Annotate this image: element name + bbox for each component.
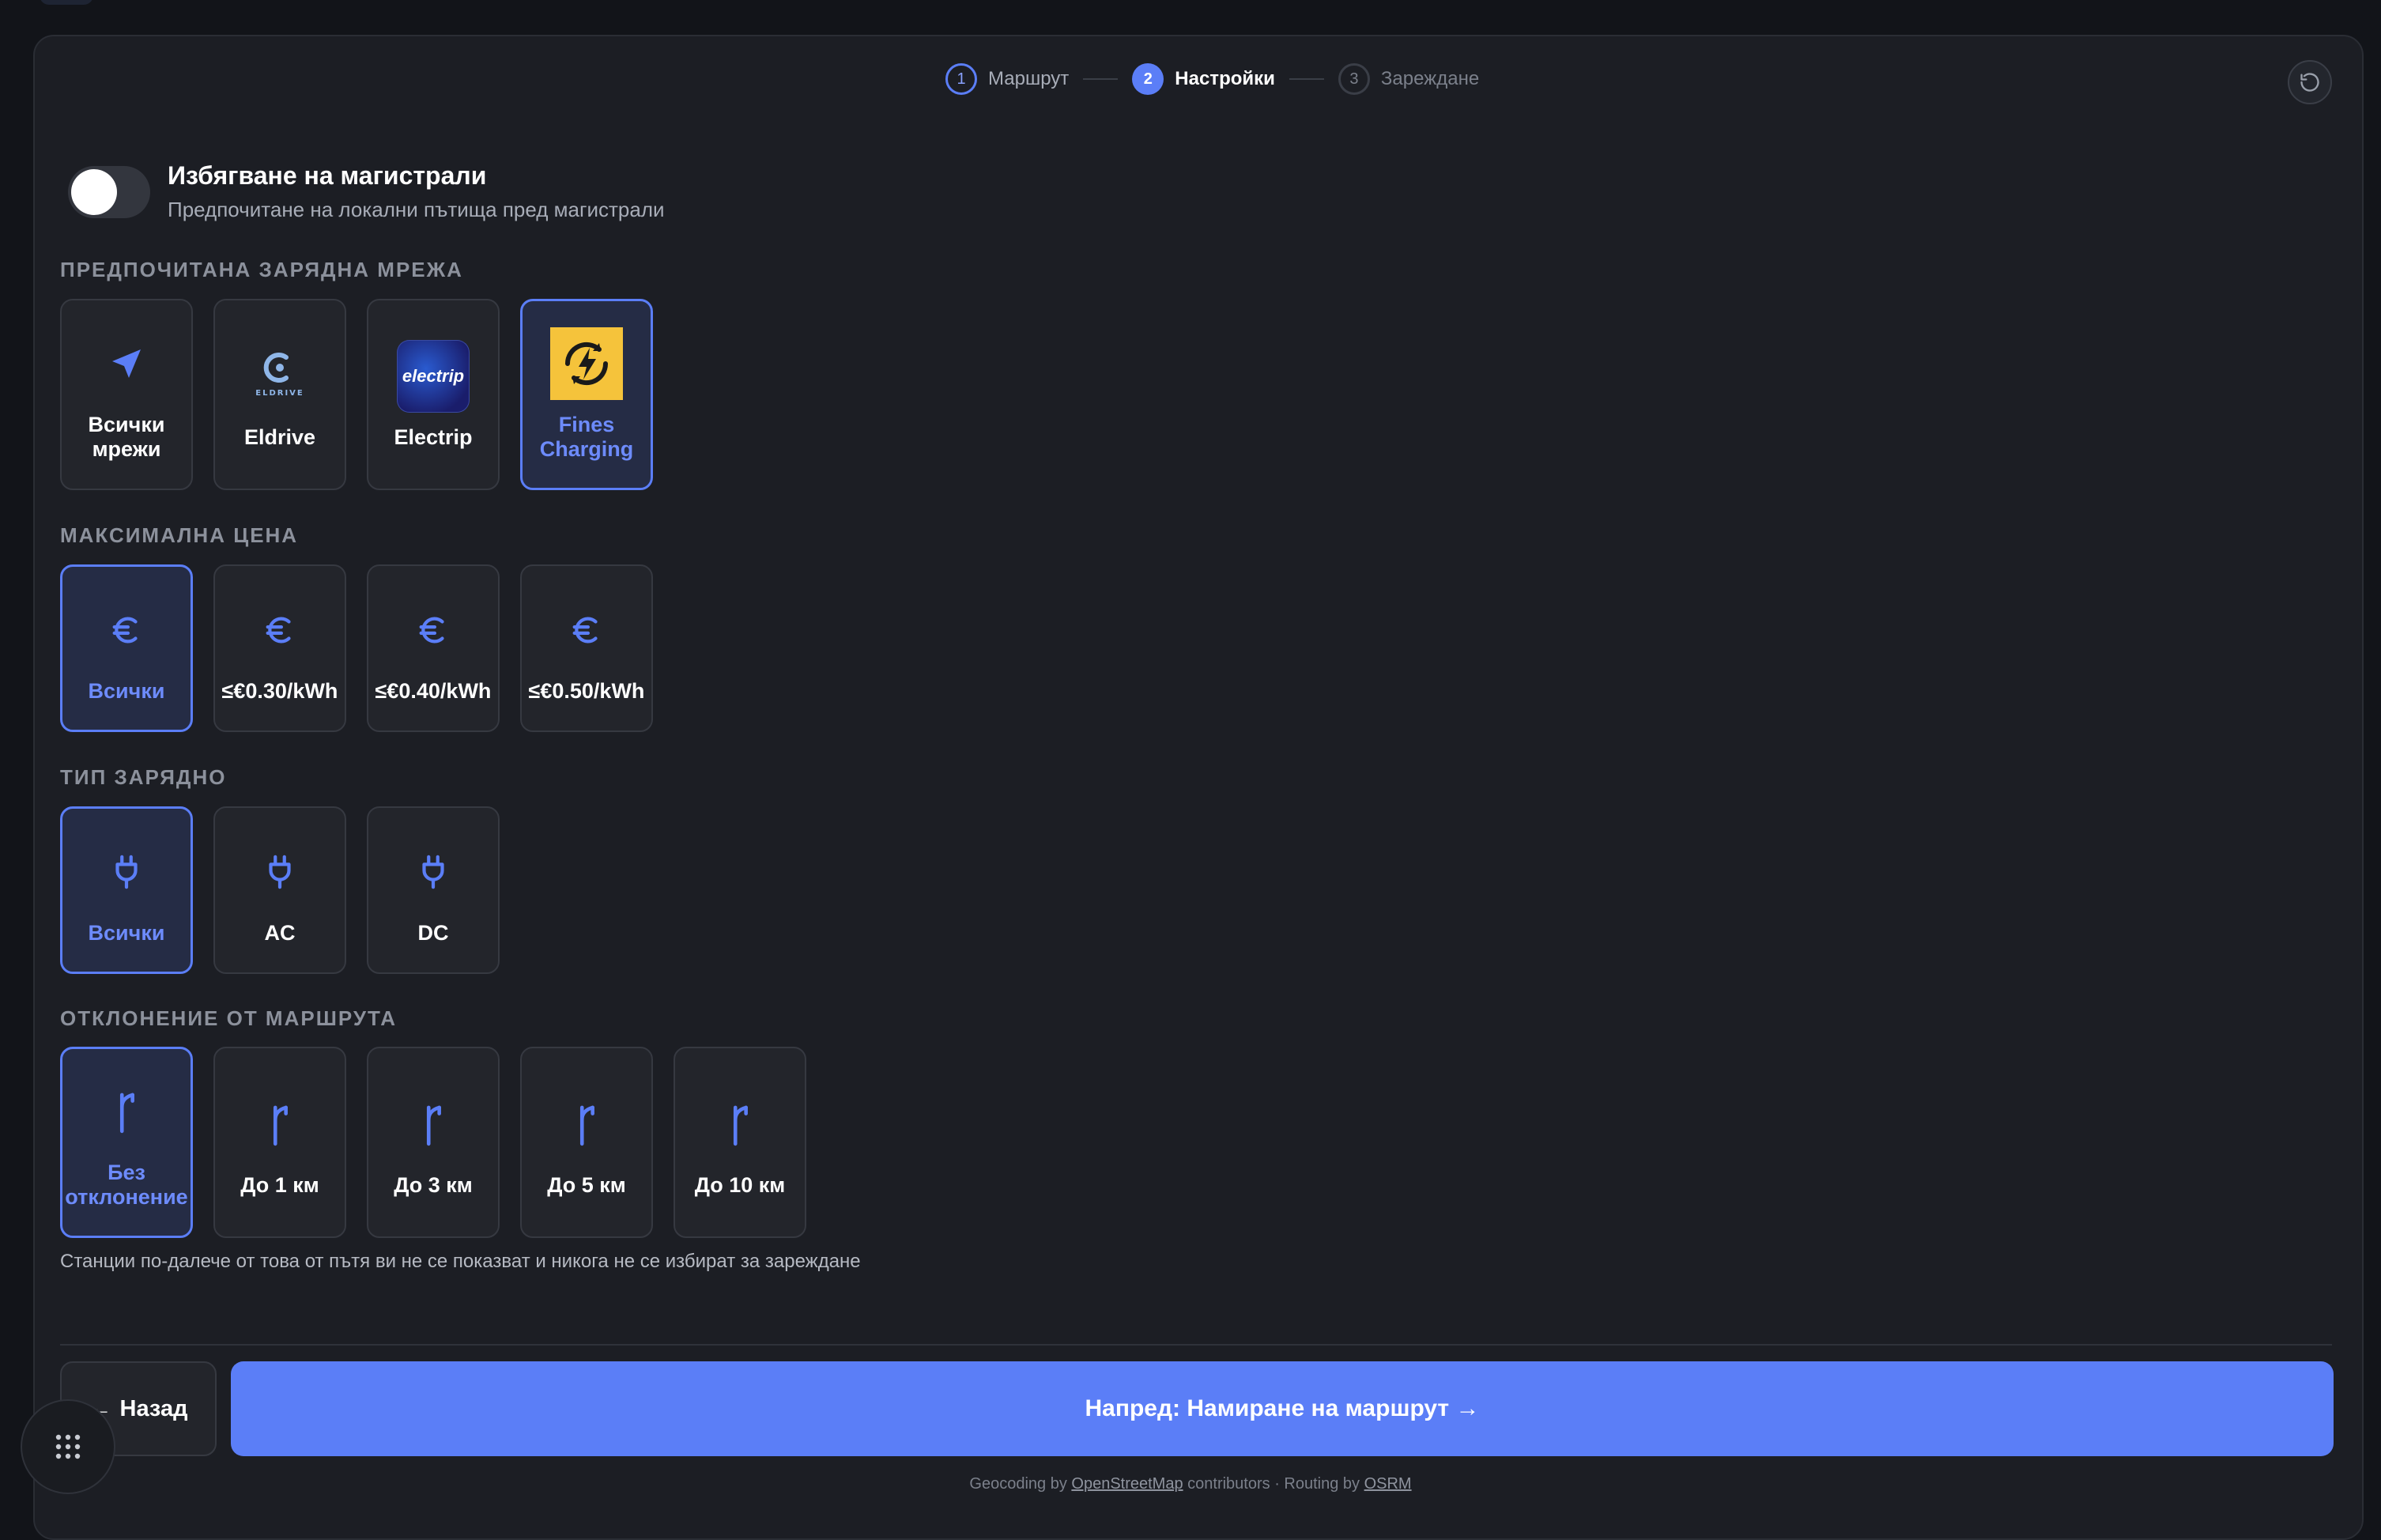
euro-icon [397,594,470,666]
detour-option-1km[interactable]: До 1 км [213,1047,346,1238]
option-label: ≤€0.30/kWh [221,678,338,703]
attribution-footer: Geocoding by OpenStreetMap contributors … [969,1475,1412,1493]
detour-option-none[interactable]: Без отклонение [60,1047,193,1238]
charger-option-all[interactable]: Всички [60,806,193,974]
step-label: Маршрут [988,68,1070,89]
option-label: DC [417,920,449,945]
openstreetmap-link[interactable]: OpenStreetMap [1071,1475,1183,1493]
detour-option-3km[interactable]: До 3 км [367,1047,500,1238]
step-settings[interactable]: 2 Настройки [1132,63,1275,95]
plug-icon [243,836,316,908]
option-label: Fines Charging [539,413,634,461]
reset-icon [2300,73,2319,92]
eldrive-logo: ELDRIVE [243,340,316,413]
step-label: Настройки [1175,68,1275,89]
option-label: Без отклонение [65,1161,188,1209]
price-option-all[interactable]: Всички [60,564,193,732]
network-option-eldrive[interactable]: ELDRIVE Eldrive [213,299,346,490]
price-option-040[interactable]: ≤€0.40/kWh [367,564,500,732]
step-charging[interactable]: 3 Зареждане [1338,63,1479,95]
detour-icon [704,1088,776,1161]
option-label: Всички [88,920,165,945]
detour-hint: Станции по-далече от това от пътя ви не … [60,1251,861,1272]
euro-icon [550,594,623,666]
price-option-050[interactable]: ≤€0.50/kWh [520,564,653,732]
euro-icon [90,594,163,666]
option-label: Eldrive [243,425,316,449]
detour-options: Без отклонение До 1 км До 3 км До 5 км До… [60,1047,806,1238]
detour-icon [550,1088,623,1161]
step-connector [1289,78,1324,80]
max-price-options: Всички ≤€0.30/kWh ≤€0.40/kWh ≤€0.50/kWh [60,564,653,732]
next-button[interactable]: Напред: Намиране на маршрут → [231,1361,2334,1456]
step-number: 1 [945,63,977,95]
charger-type-section-title: ТИП ЗАРЯДНО [60,765,227,789]
option-label: ≤€0.40/kWh [375,678,492,703]
charger-option-ac[interactable]: AC [213,806,346,974]
avoid-highways-title: Избягване на магистрали [168,161,487,190]
stepper: 1 Маршрут 2 Настройки 3 Зареждане [945,62,1479,96]
detour-icon [397,1088,470,1161]
charger-type-options: Всички AC DC [60,806,500,974]
network-option-electrip[interactable]: electrip Electrip [367,299,500,490]
option-label: Всички [88,678,165,703]
network-section-title: ПРЕДПОЧИТАНА ЗАРЯДНА МРЕЖА [60,258,463,281]
top-stub [40,0,93,5]
osrm-link[interactable]: OSRM [1364,1475,1412,1493]
plug-icon [90,836,163,908]
price-option-030[interactable]: ≤€0.30/kWh [213,564,346,732]
option-label: AC [264,920,296,945]
option-label: Всички мрежи [88,413,165,461]
back-label: Назад [119,1395,188,1421]
detour-icon [243,1088,316,1161]
detour-option-10km[interactable]: До 10 км [674,1047,806,1238]
grid-dots-icon [55,1434,81,1459]
detour-icon [90,1075,163,1148]
step-number: 3 [1338,63,1370,95]
detour-option-5km[interactable]: До 5 км [520,1047,653,1238]
navigation-arrow-icon [90,327,163,400]
step-number: 2 [1132,63,1164,95]
step-route[interactable]: 1 Маршрут [945,63,1069,95]
network-options: Всички мрежи ELDRIVE Eldrive electrip Ele… [60,299,653,490]
reset-button[interactable] [2288,60,2332,104]
euro-icon [243,594,316,666]
toggle-knob [71,169,117,215]
option-label: До 5 км [547,1172,626,1197]
avoid-highways-description: Предпочитане на локални пътища пред маги… [168,198,665,221]
avoid-highways-toggle[interactable] [68,166,150,218]
network-option-all[interactable]: Всички мрежи [60,299,193,490]
charger-option-dc[interactable]: DC [367,806,500,974]
option-label: Electrip [394,425,473,449]
electrip-logo: electrip [397,339,470,413]
option-label: До 3 км [394,1172,473,1197]
step-connector [1083,78,1119,80]
step-label: Зареждане [1380,68,1480,89]
option-label: До 1 км [240,1172,319,1197]
divider [60,1344,2332,1346]
apps-grid-button[interactable] [21,1399,115,1494]
plug-icon [397,836,470,908]
svg-text:ELDRIVE: ELDRIVE [255,389,304,398]
option-label: ≤€0.50/kWh [528,678,645,703]
network-option-fines-charging[interactable]: Fines Charging [520,299,653,490]
detour-section-title: ОТКЛОНЕНИЕ ОТ МАРШРУТА [60,1006,398,1030]
max-price-section-title: МАКСИМАЛНА ЦЕНА [60,523,299,547]
fines-charging-logo [550,327,623,400]
option-label: До 10 км [694,1172,786,1197]
